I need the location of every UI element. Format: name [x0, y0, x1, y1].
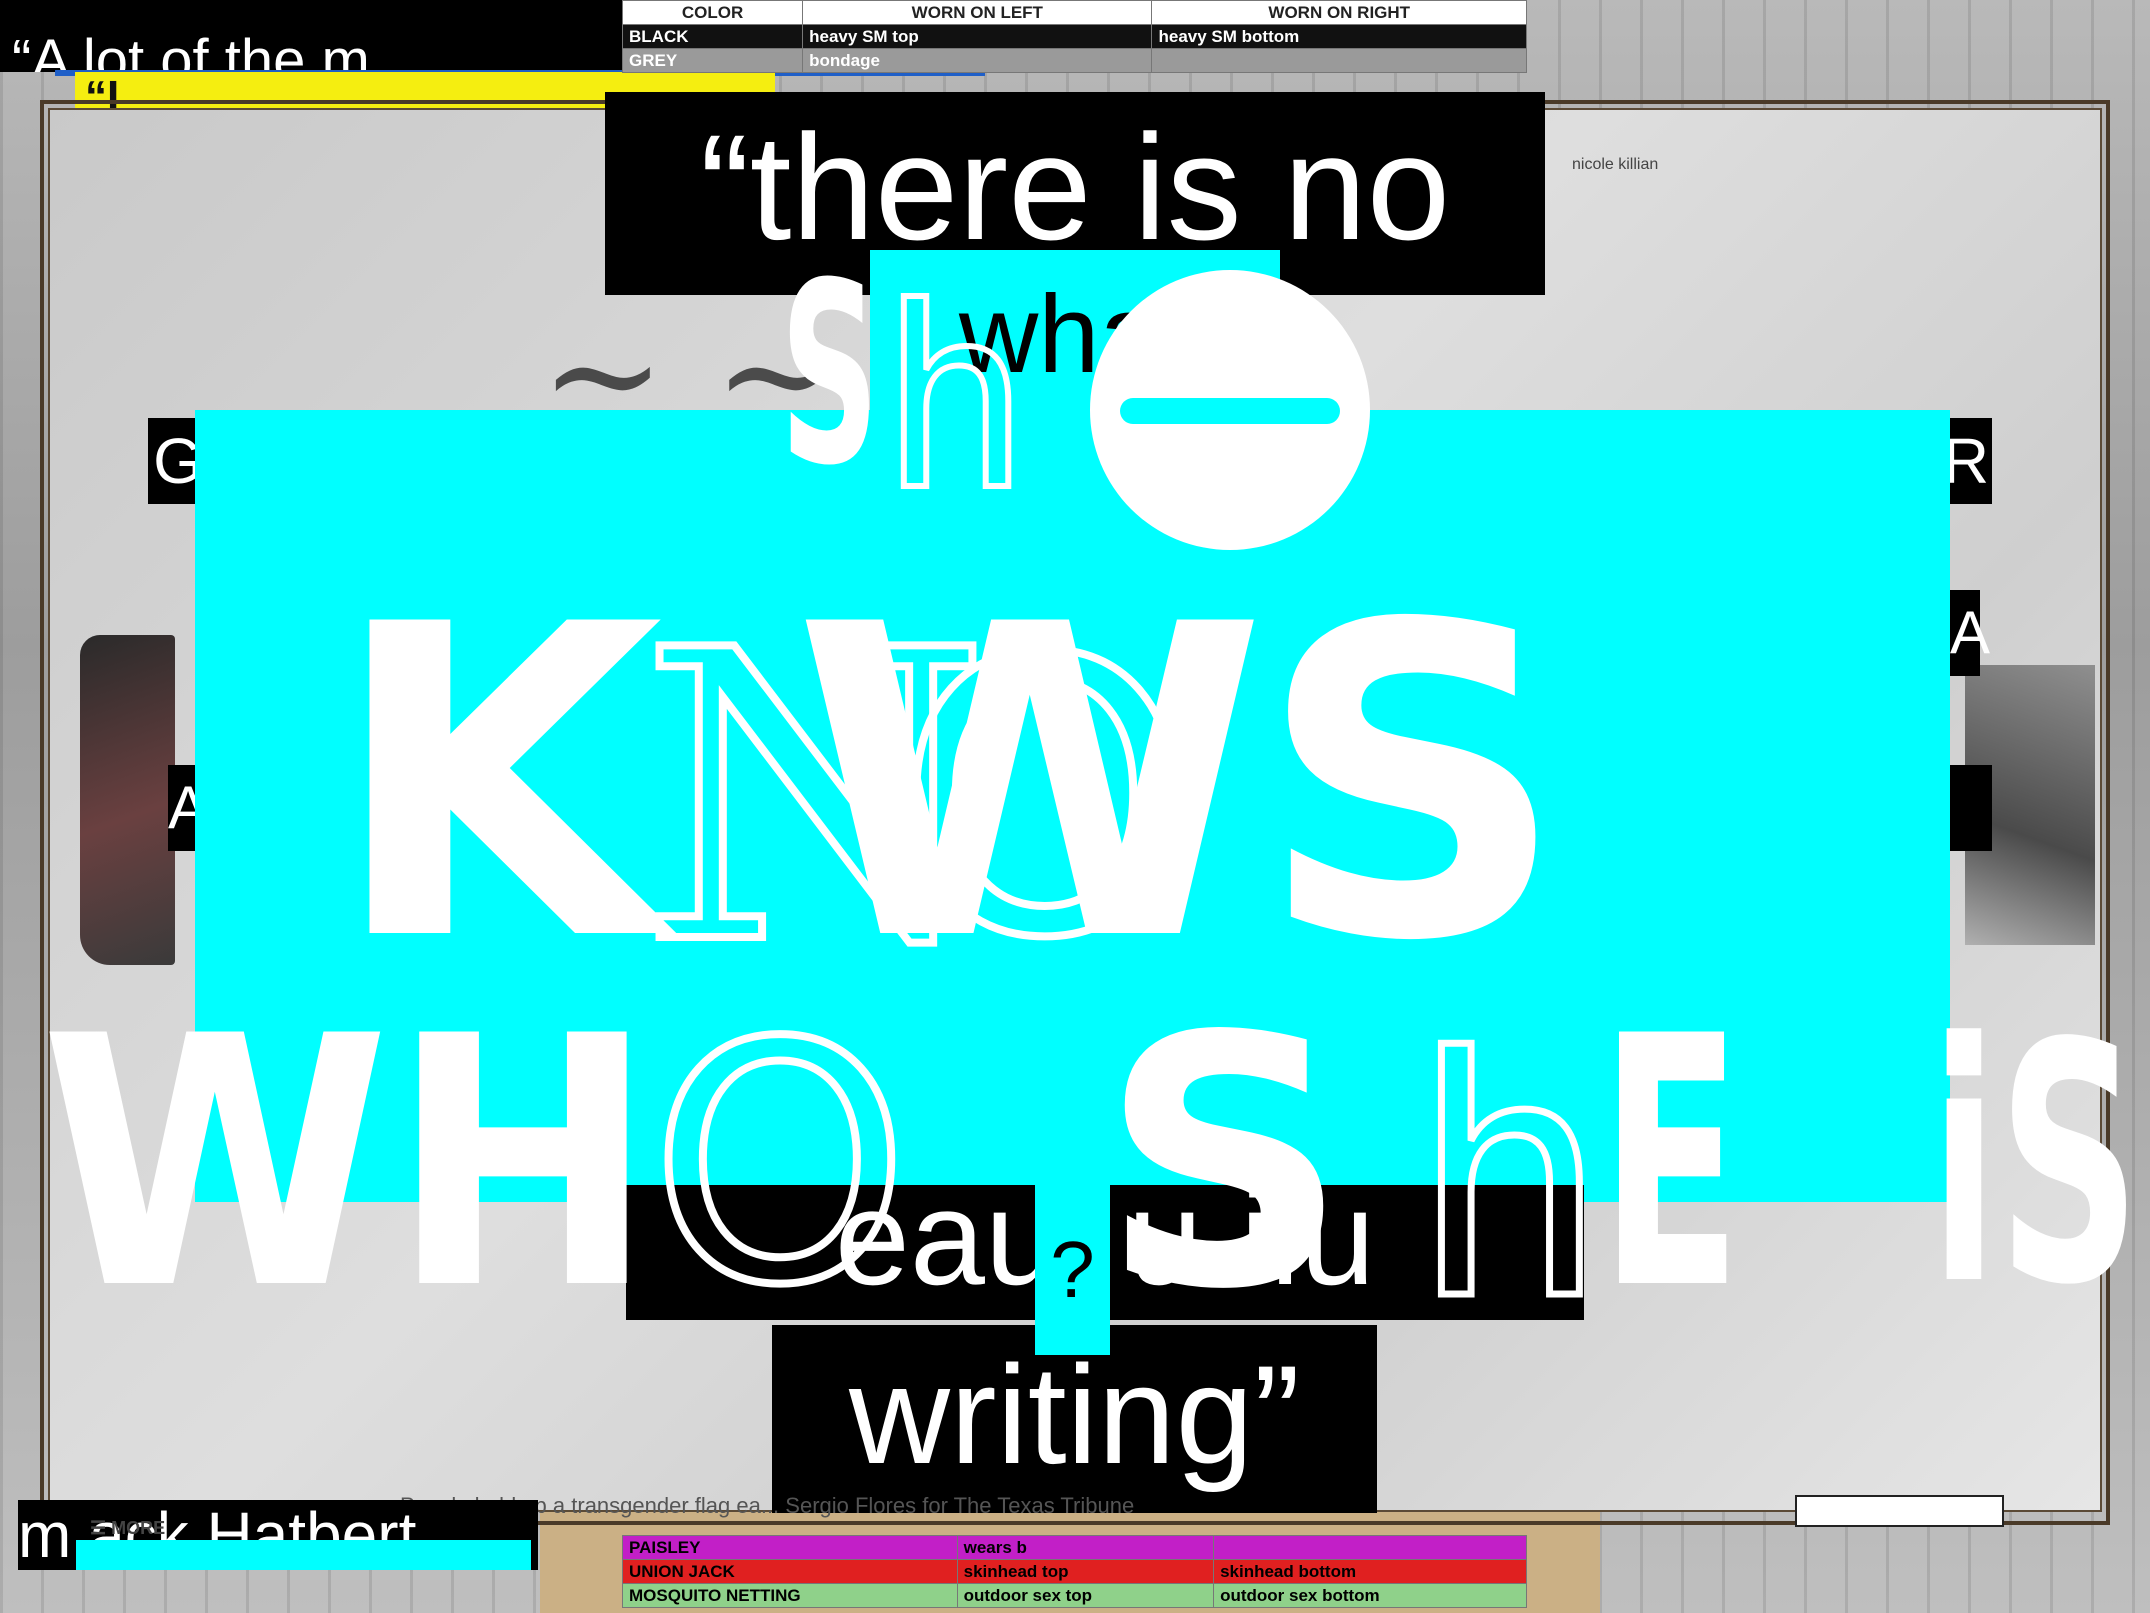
more-menu-button[interactable]: ☰ MORE — [90, 1518, 165, 1539]
quote-strip-top-left: “A lot of the m — [0, 0, 640, 72]
big-letter-o-outline: O — [891, 578, 1198, 1021]
big-letter-h-outline: h — [877, 254, 1033, 545]
big-letter-h2-outline: h — [1407, 988, 1613, 1372]
photo-fragment-left — [80, 635, 175, 965]
table-cell-color: BLACK — [621, 24, 804, 49]
table-cell-left: bondage — [802, 48, 1153, 73]
table-cell-color: MOSQUITO NETTING — [622, 1583, 958, 1608]
table-cell-right — [1213, 1535, 1527, 1560]
table-cell-left: skinhead top — [956, 1559, 1215, 1584]
table-header-row: COLOR WORN ON LEFT WORN ON RIGHT — [621, 0, 1527, 25]
table-cell-color: PAISLEY — [622, 1535, 958, 1560]
question-mark: ? — [1050, 1225, 1095, 1314]
caption-box — [1795, 1495, 2004, 1527]
table-cell-left: outdoor sex top — [956, 1583, 1215, 1608]
side-letter-a-right: A — [1950, 590, 1990, 676]
bottom-left-cyan-bar — [76, 1540, 531, 1570]
photo-caption: People held up a transgender flag ea... … — [400, 1493, 1135, 1518]
color-code-table-top: COLOR WORN ON LEFT WORN ON RIGHT BLACK h… — [621, 0, 1527, 73]
table-row: GREY bondage — [621, 48, 1527, 73]
big-letter-s: S — [780, 229, 880, 520]
table-cell-color: UNION JACK — [622, 1559, 958, 1584]
table-row: BLACK heavy SM top heavy SM bottom — [621, 24, 1527, 49]
table-header-right: WORN ON RIGHT — [1151, 0, 1527, 25]
table-header-left: WORN ON LEFT — [802, 0, 1153, 25]
dark-block-right — [1950, 765, 1992, 851]
big-letter-e-bar — [1120, 398, 1340, 424]
table-cell-right: outdoor sex bottom — [1213, 1583, 1527, 1608]
big-word-is: iS — [1930, 973, 2141, 1357]
table-cell-left: wears b — [956, 1535, 1215, 1560]
big-letter-e2: E — [1600, 964, 1742, 1365]
table-row: UNION JACK skinhead top skinhead bottom — [622, 1559, 1527, 1584]
big-letter-o2-outline: O — [646, 973, 914, 1357]
table-cell-right: heavy SM bottom — [1151, 24, 1527, 49]
attribution-text: nicole killian — [1572, 156, 1659, 173]
table-cell-color: GREY — [621, 48, 804, 73]
big-word-who: WH — [40, 964, 656, 1365]
color-code-table-bottom: PAISLEY wears b UNION JACK skinhead top … — [622, 1535, 1527, 1608]
table-row: PAISLEY wears b — [622, 1535, 1527, 1560]
table-cell-right — [1151, 48, 1527, 73]
table-cell-right: skinhead bottom — [1213, 1559, 1527, 1584]
table-cell-left: heavy SM top — [802, 24, 1153, 49]
table-row: MOSQUITO NETTING outdoor sex top outdoor… — [622, 1583, 1527, 1608]
table-header-color: COLOR — [621, 0, 804, 25]
big-letter-s2: S — [1100, 964, 1349, 1365]
quote-strip-text: “A lot of the m — [12, 28, 370, 73]
